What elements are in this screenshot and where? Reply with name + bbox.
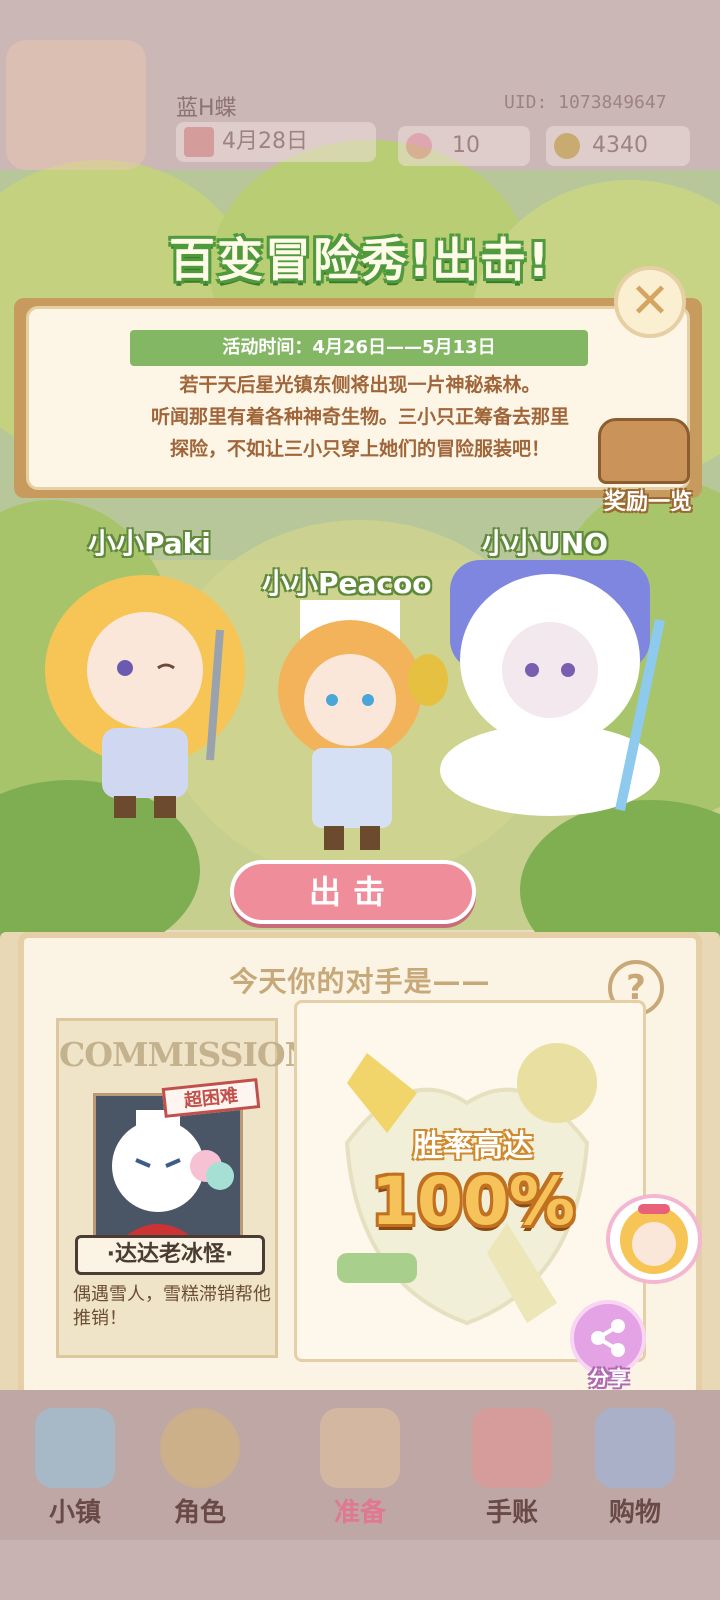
boss-description: 偶遇雪人，雪糕滞销帮他推销！ <box>73 1284 271 1329</box>
uid-label: UID: 1073849647 <box>504 92 667 113</box>
gem-count: 10 <box>452 133 480 158</box>
description-line-1: 若干天后星光镇东侧将出现一片神秘森林。 <box>179 374 541 396</box>
nav-item-town[interactable]: 小镇 <box>10 1390 140 1540</box>
activity-time-ribbon: 活动时间：4月26日——5月13日 <box>130 330 588 366</box>
journal-icon <box>472 1408 552 1488</box>
nav-item-character[interactable]: 角色 <box>135 1390 265 1540</box>
shopping-bag-icon <box>595 1408 675 1488</box>
picnic-basket-icon <box>320 1408 400 1488</box>
difficulty-stamp: 超困难 <box>161 1078 261 1118</box>
win-rate-value: 100% <box>371 1163 575 1240</box>
coin-count: 4340 <box>592 133 648 158</box>
coin-counter[interactable]: 4340 <box>546 126 690 166</box>
clover-gem-icon <box>406 133 432 159</box>
nav-label-shop: 购物 <box>608 1498 661 1528</box>
character-name-paki: 小小Paki <box>88 527 211 560</box>
character-peacoo[interactable] <box>260 590 450 860</box>
close-icon: ✕ <box>629 273 671 329</box>
player-avatar[interactable] <box>6 40 146 170</box>
companion-portrait-image <box>620 1204 688 1274</box>
nav-label-character: 角色 <box>173 1498 226 1528</box>
nav-label-journal: 手账 <box>485 1498 538 1528</box>
commission-poster: COMMISSION 超困难 ·达达老冰怪· 偶遇雪人，雪糕滞销帮他推销！ <box>56 1018 315 1358</box>
reward-list-button[interactable]: 奖励一览 <box>588 414 708 524</box>
calendar-icon <box>184 127 214 157</box>
description-line-2: 听闻那里有着各种神奇生物。三小只正筹备去那里 <box>150 406 569 428</box>
nav-label-town: 小镇 <box>48 1498 101 1528</box>
boss-name: ·达达老冰怪· <box>75 1235 265 1275</box>
event-title: 百变冒险秀!出击! <box>169 233 551 287</box>
snowman-image <box>96 1096 240 1238</box>
character-paki[interactable] <box>30 560 260 830</box>
bottom-margin <box>0 1540 720 1600</box>
top-status-bar: 蓝H蝶 UID: 1073849647 4月28日 10 4340 <box>0 40 720 180</box>
share-button[interactable]: 分享 <box>566 1300 652 1390</box>
nav-item-prepare[interactable]: 准备 <box>295 1390 425 1540</box>
character-uno[interactable] <box>430 550 700 830</box>
character-icon <box>160 1408 240 1488</box>
coin-icon <box>554 133 580 159</box>
gem-counter[interactable]: 10 <box>398 126 530 166</box>
date-pill[interactable]: 4月28日 <box>176 122 376 162</box>
map-icon <box>35 1408 115 1488</box>
poster-header: COMMISSION <box>59 1035 315 1074</box>
description-line-3: 探险，不如让三小只穿上她们的冒险服装吧！ <box>169 438 550 460</box>
treasure-chest-icon <box>598 418 690 484</box>
date-text: 4月28日 <box>222 129 308 154</box>
companion-avatar[interactable] <box>606 1194 702 1284</box>
bottom-navigation: 小镇 角色 准备 手账 购物 <box>0 1390 720 1540</box>
win-rate-label: 胜率高达 <box>413 1129 533 1164</box>
nav-item-shop[interactable]: 购物 <box>570 1390 700 1540</box>
nav-item-journal[interactable]: 手账 <box>447 1390 577 1540</box>
reward-list-label: 奖励一览 <box>603 490 692 515</box>
close-button[interactable]: ✕ <box>614 266 686 338</box>
share-label: 分享 <box>589 1366 629 1390</box>
go-button[interactable]: 出击 <box>230 860 476 924</box>
nav-label-prepare: 准备 <box>333 1498 386 1528</box>
username: 蓝H蝶 <box>176 96 237 121</box>
